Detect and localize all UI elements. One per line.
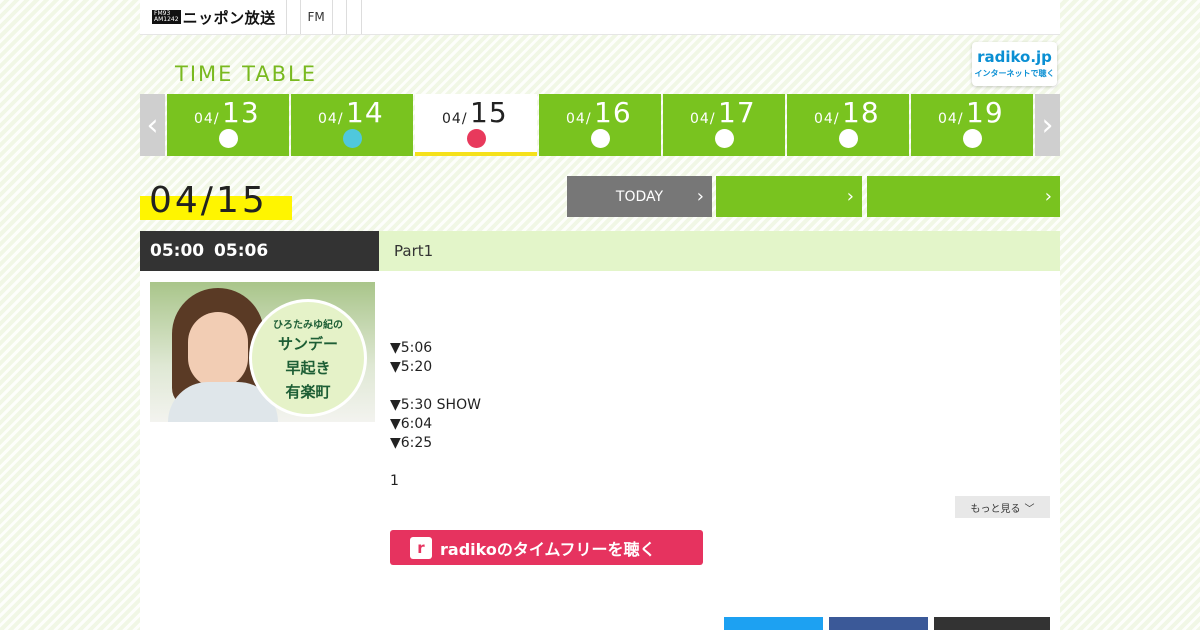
program-description: ▼5:06 ▼5:20 ▼5:30 SHOW ▼6:04 ▼6:25 1: [390, 339, 481, 491]
date-tab-17[interactable]: 04/17: [663, 94, 785, 156]
nav-spacer: [287, 0, 301, 34]
share-twitter-button[interactable]: [724, 617, 823, 630]
share-other-button[interactable]: [934, 617, 1050, 630]
chevron-right-icon: ›: [846, 186, 854, 207]
desc-line: 1: [390, 473, 399, 489]
date-tab-month: 04/: [318, 111, 344, 127]
chevron-right-icon: ›: [696, 186, 704, 207]
today-button-label: TODAY: [615, 188, 664, 205]
program-panel: 05:00 05:06 Part1 ひろたみゆ紀の サンデー 早起き 有楽町 ▼…: [140, 231, 1060, 630]
date-status-dot-icon: [839, 129, 858, 148]
nav-tab-2[interactable]: [333, 0, 347, 34]
radiko-logo-icon: r: [410, 536, 432, 559]
chevron-right-icon: ›: [1044, 186, 1052, 207]
desc-line: ▼5:06: [390, 340, 433, 356]
thumb-line-1: ひろたみゆ紀の: [273, 320, 343, 331]
date-tab-day: 16: [594, 96, 632, 129]
date-tab-day: 14: [346, 96, 384, 129]
date-tab-month: 04/: [938, 111, 964, 127]
logo-station-name: ニッポン放送: [182, 8, 276, 27]
date-tab-month: 04/: [814, 111, 840, 127]
more-button-label: もっと見る: [970, 503, 1021, 515]
radiko-badge-tagline: インターネットで聴く: [974, 69, 1055, 78]
next-week-arrow-icon[interactable]: ›: [1035, 94, 1060, 156]
date-tab-month: 04/: [194, 111, 220, 127]
station-logo[interactable]: FM93 AM1242 ニッポン放送: [140, 0, 287, 34]
date-tab-month: 04/: [442, 111, 468, 127]
date-tab-13[interactable]: 04/13: [167, 94, 289, 156]
date-status-dot-icon: [219, 129, 238, 148]
date-status-dot-icon: [467, 129, 486, 148]
radiko-timefree-label: radikoのタイムフリーを聴く: [440, 539, 656, 559]
today-button[interactable]: TODAY ›: [567, 176, 712, 217]
radiko-badge-name: radiko.jp: [977, 48, 1052, 66]
date-tab-day: 13: [222, 96, 260, 129]
thumb-line-4: 有楽町: [285, 383, 331, 401]
host-photo-face: [188, 312, 248, 388]
thumb-line-2: サンデー: [277, 335, 338, 353]
date-tab-day: 17: [718, 96, 756, 129]
selected-date-heading: 04/15: [140, 180, 292, 222]
desc-line: ▼6:25: [390, 435, 433, 451]
chevron-down-icon: ﹀: [1024, 503, 1035, 515]
date-tab-16[interactable]: 04/16: [539, 94, 661, 156]
radiko-badge-link[interactable]: radiko.jp インターネットで聴く: [972, 42, 1057, 86]
date-status-dot-icon: [343, 129, 362, 148]
date-tab-month: 04/: [690, 111, 716, 127]
date-tab-14[interactable]: 04/14: [291, 94, 413, 156]
logo-frequency-band: FM93 AM1242: [152, 10, 181, 24]
desc-line: [390, 453, 481, 472]
desc-line: ▼5:30 SHOW: [390, 397, 481, 413]
date-tab-15[interactable]: 04/15: [415, 94, 537, 156]
date-status-dot-icon: [963, 129, 982, 148]
date-tab-19[interactable]: 04/19: [911, 94, 1033, 156]
desc-line: [390, 377, 481, 396]
nav-tab-fm[interactable]: FM: [301, 0, 333, 34]
green-nav-button-2[interactable]: ›: [867, 176, 1060, 217]
date-tab-day: 19: [966, 96, 1004, 129]
green-nav-button-1[interactable]: ›: [716, 176, 862, 217]
date-tab-day: 15: [470, 96, 508, 129]
program-thumbnail[interactable]: ひろたみゆ紀の サンデー 早起き 有楽町: [150, 282, 375, 422]
prev-week-arrow-icon[interactable]: ‹: [140, 94, 165, 156]
desc-line: ▼6:04: [390, 416, 433, 432]
thumb-line-3: 早起き: [285, 359, 331, 377]
date-tab-month: 04/: [566, 111, 592, 127]
logo-am-label: AM1242: [154, 16, 179, 23]
radiko-timefree-button[interactable]: r radikoのタイムフリーを聴く: [390, 530, 703, 565]
date-tab-18[interactable]: 04/18: [787, 94, 909, 156]
share-facebook-button[interactable]: [829, 617, 928, 630]
date-status-dot-icon: [715, 129, 734, 148]
program-time: 05:00 05:06: [140, 231, 379, 271]
date-tab-day: 18: [842, 96, 880, 129]
date-status-dot-icon: [591, 129, 610, 148]
program-logo-circle: ひろたみゆ紀の サンデー 早起き 有楽町: [249, 299, 367, 417]
program-title[interactable]: Part1: [379, 231, 1060, 271]
date-strip: ‹ 04/13 04/14 04/15 04/16 04/17 04/18 04/19 ›: [140, 94, 1060, 156]
date-cells: 04/13 04/14 04/15 04/16 04/17 04/18 04/19: [165, 94, 1035, 156]
selected-date-text: 04/15: [149, 180, 268, 221]
nav-tab-3[interactable]: [347, 0, 362, 34]
timetable-title: TIME TABLE: [175, 62, 318, 86]
desc-line: ▼5:20: [390, 359, 433, 375]
more-button[interactable]: もっと見る ﹀: [955, 496, 1050, 518]
site-header: FM93 AM1242 ニッポン放送 FM: [140, 0, 1060, 35]
